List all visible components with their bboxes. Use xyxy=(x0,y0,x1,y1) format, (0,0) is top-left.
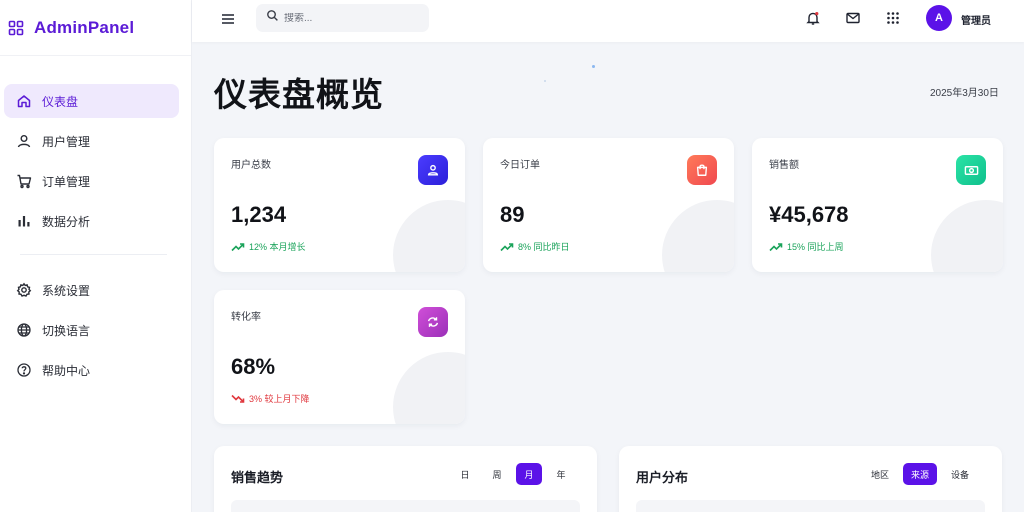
panel-title: 用户分布 xyxy=(636,470,689,485)
page-date: 2025年3月30日 xyxy=(930,88,999,99)
chart-area xyxy=(231,500,580,512)
search-input[interactable] xyxy=(284,12,414,24)
page-title: 仪表盘概览 xyxy=(214,76,384,113)
stat-label: 今日订单 xyxy=(500,160,540,171)
sidebar-item-label: 帮助中心 xyxy=(42,363,91,378)
search-box[interactable] xyxy=(256,4,429,32)
stat-trend: 15% 同比上周 xyxy=(769,240,844,253)
sales-trend-panel: 销售趋势 日 周 月 年 xyxy=(214,446,597,512)
trend-up-icon xyxy=(500,242,514,251)
user-distribution-panel: 用户分布 地区 来源 设备 xyxy=(619,446,1002,512)
sidebar-divider xyxy=(20,254,167,255)
sidebar-item-users[interactable]: 用户管理 xyxy=(4,124,179,158)
stat-label: 销售额 xyxy=(769,160,799,171)
trend-up-icon xyxy=(769,242,783,251)
sidebar-item-label: 用户管理 xyxy=(42,134,91,149)
stat-trend: 12% 本月增长 xyxy=(231,240,306,253)
sidebar-item-analytics[interactable]: 数据分析 xyxy=(4,204,179,238)
tab-week[interactable]: 周 xyxy=(484,463,510,485)
bell-icon[interactable] xyxy=(804,9,822,27)
stat-label: 转化率 xyxy=(231,312,261,323)
sidebar-item-language[interactable]: 切换语言 xyxy=(4,313,179,347)
stat-card-conversion[interactable]: 转化率 68% 3% 较上月下降 xyxy=(214,290,465,424)
decorative-circle xyxy=(393,200,465,272)
cart-icon xyxy=(16,173,32,189)
sidebar-item-label: 数据分析 xyxy=(42,214,91,229)
tab-device[interactable]: 设备 xyxy=(943,463,977,485)
sidebar-item-help[interactable]: 帮助中心 xyxy=(4,353,179,387)
decorative-dot xyxy=(544,80,546,82)
help-icon xyxy=(16,362,32,378)
tab-source[interactable]: 来源 xyxy=(903,463,938,485)
search-icon xyxy=(266,9,279,27)
topbar: A 管理员 xyxy=(192,0,1024,42)
menu-icon[interactable] xyxy=(220,11,236,27)
distribution-tabs: 地区 来源 设备 xyxy=(863,463,977,485)
decorative-dot xyxy=(592,65,595,68)
decorative-circle xyxy=(662,200,734,272)
stat-value: 68% xyxy=(231,354,276,379)
apps-grid-icon[interactable] xyxy=(884,9,902,27)
stat-card-orders[interactable]: 今日订单 89 8% 同比昨日 xyxy=(483,138,734,272)
user-name[interactable]: 管理员 xyxy=(961,12,991,27)
tab-year[interactable]: 年 xyxy=(548,463,574,485)
sidebar-item-orders[interactable]: 订单管理 xyxy=(4,164,179,198)
stat-trend-text: 3% 较上月下降 xyxy=(249,394,310,404)
stat-value: 89 xyxy=(500,202,525,227)
mail-icon[interactable] xyxy=(844,9,862,27)
cash-icon xyxy=(956,155,986,185)
brand[interactable]: AdminPanel xyxy=(0,0,191,56)
period-tabs: 日 周 月 年 xyxy=(452,463,574,485)
shopping-bag-icon xyxy=(687,155,717,185)
user-badge-icon xyxy=(418,155,448,185)
trend-up-icon xyxy=(231,242,245,251)
stat-trend-text: 15% 同比上周 xyxy=(787,242,844,252)
stat-trend-text: 8% 同比昨日 xyxy=(518,242,570,252)
sidebar: AdminPanel 仪表盘 用户管理 订单管理 数据分析 系统设置 切换语言 … xyxy=(0,0,192,512)
tab-month[interactable]: 月 xyxy=(516,463,542,485)
sidebar-item-settings[interactable]: 系统设置 xyxy=(4,273,179,307)
sidebar-item-dashboard[interactable]: 仪表盘 xyxy=(4,84,179,118)
globe-icon xyxy=(16,322,32,338)
sidebar-item-label: 仪表盘 xyxy=(42,94,79,109)
gear-icon xyxy=(16,282,32,298)
stat-trend: 3% 较上月下降 xyxy=(231,392,310,405)
stat-trend-text: 12% 本月增长 xyxy=(249,242,306,252)
trend-down-icon xyxy=(231,394,245,403)
brand-name: AdminPanel xyxy=(34,17,135,37)
bar-chart-icon xyxy=(16,213,32,229)
stat-value: 1,234 xyxy=(231,202,287,227)
stat-card-sales[interactable]: 销售额 ¥45,678 15% 同比上周 xyxy=(752,138,1003,272)
decorative-circle xyxy=(393,352,465,424)
sidebar-item-label: 切换语言 xyxy=(42,323,91,338)
chart-area xyxy=(636,500,985,512)
avatar[interactable]: A xyxy=(926,5,952,31)
panel-title: 销售趋势 xyxy=(231,470,284,485)
stat-trend: 8% 同比昨日 xyxy=(500,240,570,253)
sidebar-item-label: 系统设置 xyxy=(42,283,91,298)
tab-day[interactable]: 日 xyxy=(452,463,478,485)
stat-label: 用户总数 xyxy=(231,160,271,171)
stat-card-users[interactable]: 用户总数 1,234 12% 本月增长 xyxy=(214,138,465,272)
sidebar-item-label: 订单管理 xyxy=(42,174,91,189)
stat-value: ¥45,678 xyxy=(769,202,849,227)
decorative-circle xyxy=(931,200,1003,272)
sidebar-nav: 仪表盘 用户管理 订单管理 数据分析 系统设置 切换语言 帮助中心 xyxy=(0,56,191,387)
user-icon xyxy=(16,133,32,149)
refresh-icon xyxy=(418,307,448,337)
home-icon xyxy=(16,93,32,109)
dashboard-grid-icon xyxy=(8,20,24,36)
tab-region[interactable]: 地区 xyxy=(863,463,897,485)
